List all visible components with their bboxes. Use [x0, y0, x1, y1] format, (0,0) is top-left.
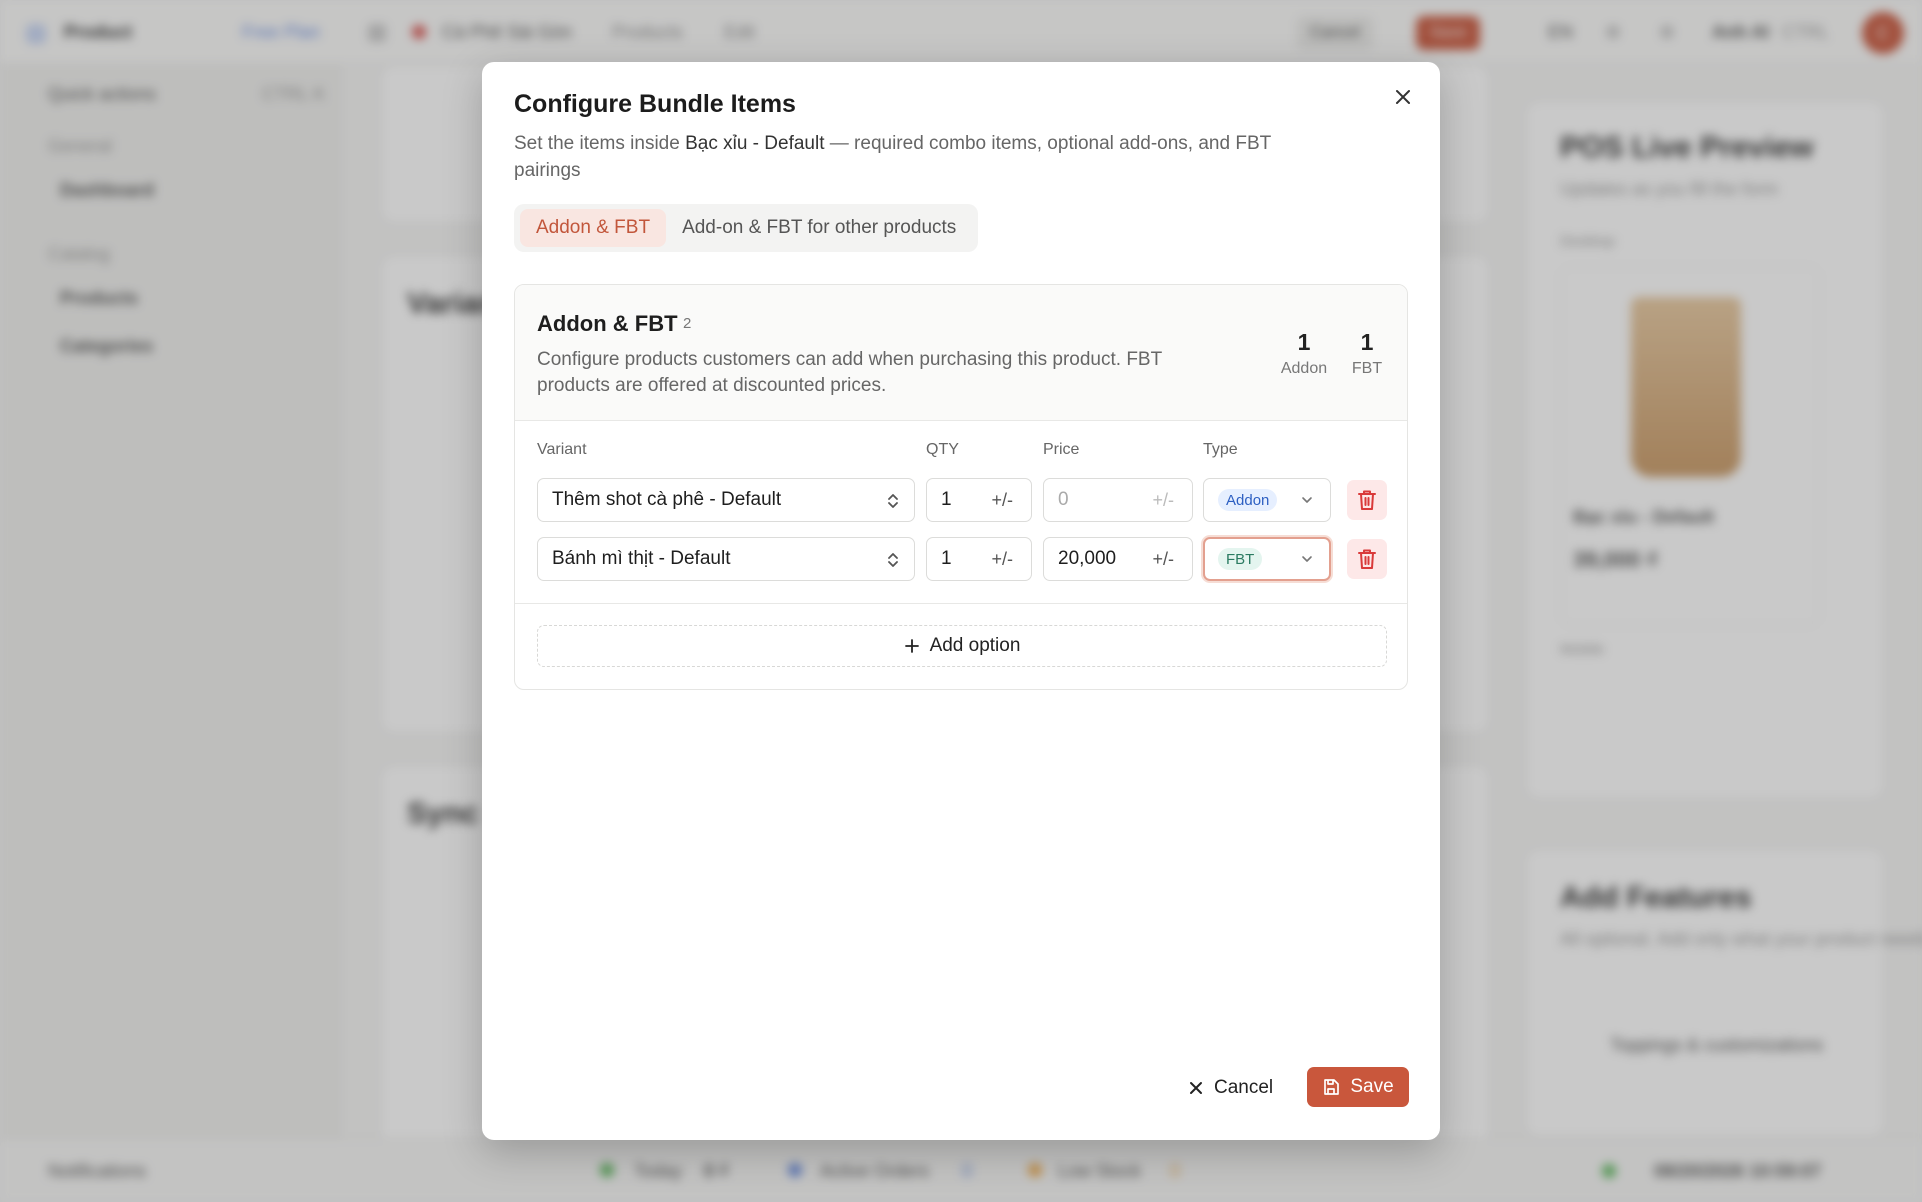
type-select[interactable]: FBT [1203, 537, 1331, 581]
save-icon [1324, 1079, 1340, 1095]
panel-header: Addon & FBT 2 Configure products custome… [515, 285, 1407, 421]
trash-icon [1358, 490, 1376, 510]
price-stepper[interactable]: +/- [1152, 490, 1174, 511]
row-divider [515, 603, 1407, 604]
qty-value: 1 [941, 548, 952, 569]
chevron-up-down-icon [888, 494, 898, 508]
panel-title: Addon & FBT [537, 311, 678, 336]
price-value: 20,000 [1058, 548, 1117, 569]
fbt-stat-label: FBT [1351, 360, 1383, 377]
price-input[interactable]: 20,000 +/- [1043, 537, 1193, 581]
chevron-down-icon [1302, 497, 1312, 503]
chevron-up-down-icon [888, 553, 898, 567]
cancel-label: Cancel [1214, 1077, 1274, 1098]
configure-bundle-modal: Configure Bundle Items Set the items ins… [482, 62, 1440, 1140]
x-icon [1190, 1082, 1202, 1094]
panel-count-badge: 2 [683, 315, 692, 332]
plus-icon [904, 639, 919, 653]
qty-stepper[interactable]: +/- [991, 490, 1013, 511]
cancel-button[interactable]: Cancel [1188, 1068, 1273, 1108]
fbt-stat: 1 FBT [1347, 329, 1387, 378]
column-header-type: Type [1203, 441, 1238, 458]
qty-value: 1 [941, 489, 952, 510]
save-label: Save [1350, 1076, 1394, 1097]
type-badge-addon: Addon [1218, 489, 1278, 511]
tab-other-products[interactable]: Add-on & FBT for other products [666, 209, 972, 247]
addon-stat-value: 1 [1297, 329, 1311, 355]
chevron-down-icon [1302, 556, 1312, 562]
column-header-price: Price [1043, 441, 1080, 458]
price-stepper[interactable]: +/- [1152, 549, 1174, 570]
column-header-variant: Variant [537, 441, 587, 458]
qty-input[interactable]: 1 +/- [926, 537, 1032, 581]
delete-row-button[interactable] [1347, 539, 1387, 579]
variant-select[interactable]: Thêm shot cà phê - Default [537, 478, 915, 522]
delete-row-button[interactable] [1347, 480, 1387, 520]
type-select[interactable]: Addon [1203, 478, 1331, 522]
variant-select-value: Thêm shot cà phê - Default [552, 489, 782, 510]
addon-stat: 1 Addon [1277, 329, 1331, 378]
close-icon [1396, 90, 1410, 104]
save-button[interactable]: Save [1307, 1067, 1409, 1107]
qty-stepper[interactable]: +/- [991, 549, 1013, 570]
fbt-stat-value: 1 [1360, 329, 1374, 355]
trash-icon [1358, 549, 1376, 569]
qty-input[interactable]: 1 +/- [926, 478, 1032, 522]
price-input[interactable]: 0 +/- [1043, 478, 1193, 522]
tab-addon-fbt[interactable]: Addon & FBT [520, 209, 667, 247]
add-option-button[interactable]: Add option [537, 625, 1387, 667]
type-badge-fbt: FBT [1218, 548, 1263, 570]
price-placeholder: 0 [1058, 489, 1069, 510]
variant-select[interactable]: Bánh mì thịt - Default [537, 537, 915, 581]
tab-bar: Addon & FBT Add-on & FBT for other produ… [514, 204, 979, 252]
description-prefix: Set the items inside [514, 133, 686, 154]
description-product: Bạc xỉu - Default [685, 133, 825, 154]
add-option-label: Add option [929, 635, 1021, 656]
close-button[interactable] [1388, 82, 1418, 112]
column-header-qty: QTY [926, 441, 959, 458]
modal-description: Set the items inside Bạc xỉu - Default —… [514, 130, 1334, 184]
addon-stat-label: Addon [1280, 360, 1328, 377]
addon-fbt-panel: Addon & FBT 2 Configure products custome… [514, 284, 1408, 690]
panel-description: Configure products customers can add whe… [537, 349, 1162, 396]
variant-select-value: Bánh mì thịt - Default [552, 548, 731, 569]
modal-title: Configure Bundle Items [514, 90, 796, 118]
